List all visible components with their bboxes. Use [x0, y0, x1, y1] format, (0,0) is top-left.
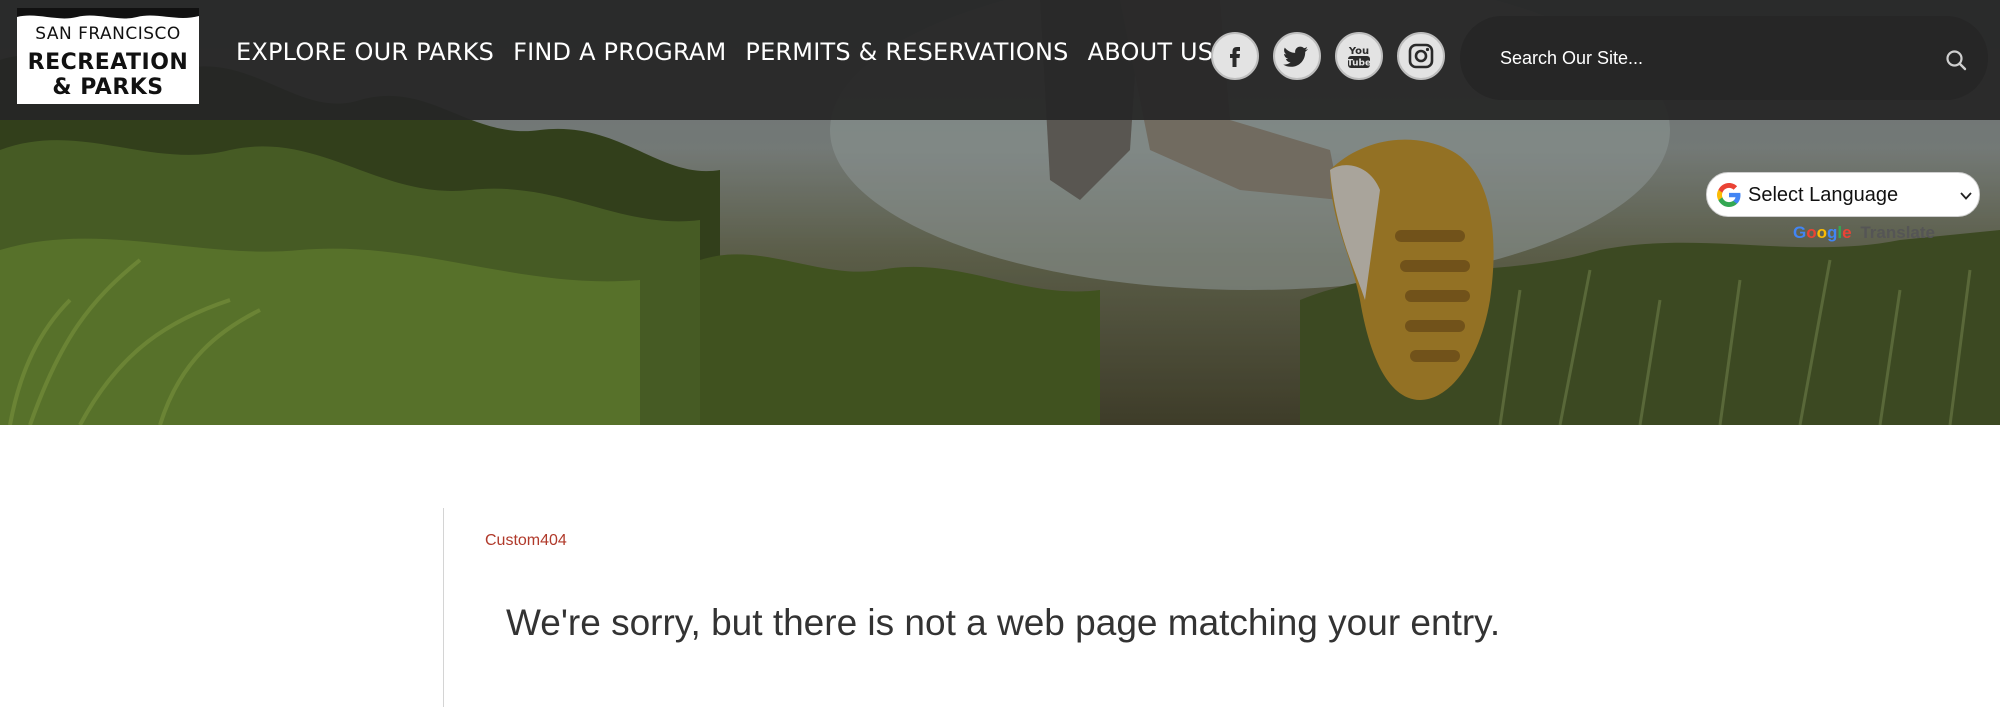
- site-logo[interactable]: SAN FRANCISCO RECREATION & PARKS: [17, 8, 199, 104]
- facebook-link[interactable]: [1211, 32, 1259, 80]
- main-nav: EXPLORE OUR PARKS FIND A PROGRAM PERMITS…: [236, 38, 1232, 66]
- nav-permits-reservations[interactable]: PERMITS & RESERVATIONS: [745, 38, 1068, 66]
- logo-line-3: & PARKS: [52, 75, 164, 100]
- logo-line-2: RECREATION: [27, 50, 189, 75]
- search-input[interactable]: [1500, 42, 1920, 74]
- powered-by-google-translate[interactable]: Google Translate: [1793, 223, 1935, 243]
- instagram-link[interactable]: [1397, 32, 1445, 80]
- svg-text:You: You: [1348, 46, 1369, 57]
- logo-line-1: SAN FRANCISCO: [35, 24, 181, 44]
- facebook-icon: [1230, 47, 1240, 67]
- nav-explore-our-parks[interactable]: EXPLORE OUR PARKS: [236, 38, 494, 66]
- google-logo: Google: [1793, 223, 1852, 242]
- site-header: SAN FRANCISCO RECREATION & PARKS EXPLORE…: [0, 0, 2000, 120]
- error-message: We're sorry, but there is not a web page…: [506, 602, 1501, 643]
- youtube-link[interactable]: You Tube: [1335, 32, 1383, 80]
- svg-text:Tube: Tube: [1347, 59, 1371, 69]
- logo-wave-graphic: [17, 8, 199, 19]
- language-select-label: Select Language: [1748, 184, 1899, 206]
- instagram-icon: [1408, 43, 1434, 69]
- breadcrumb[interactable]: Custom404: [485, 532, 567, 550]
- translate-label: Translate: [1860, 223, 1935, 242]
- site-search: [1460, 16, 1988, 100]
- language-select[interactable]: Select Language: [1706, 172, 1980, 217]
- youtube-icon: You Tube: [1347, 46, 1371, 69]
- twitter-icon: [1283, 46, 1308, 67]
- content-divider: [443, 508, 444, 707]
- google-g-icon: [1717, 183, 1741, 207]
- search-icon[interactable]: [1944, 48, 1968, 72]
- nav-about-us[interactable]: ABOUT US: [1088, 38, 1214, 66]
- twitter-link[interactable]: [1273, 32, 1321, 80]
- nav-find-a-program[interactable]: FIND A PROGRAM: [513, 38, 726, 66]
- chevron-down-icon: [1960, 192, 1972, 200]
